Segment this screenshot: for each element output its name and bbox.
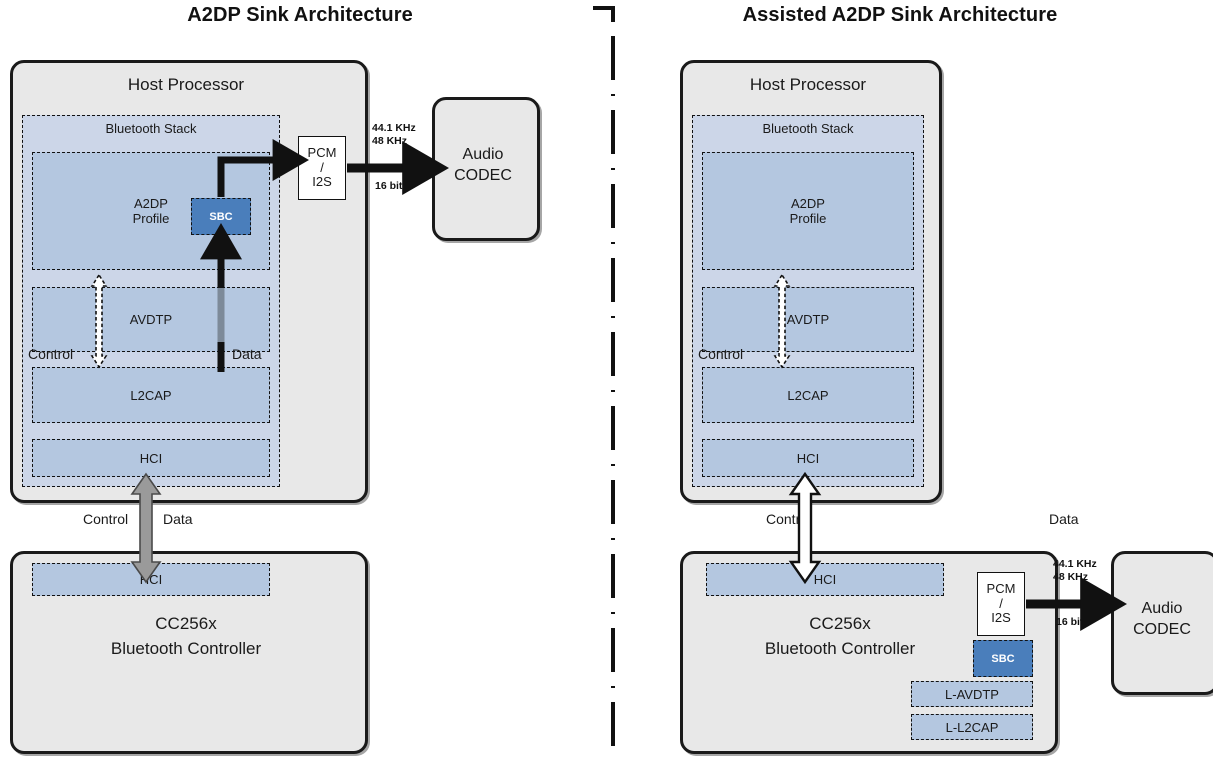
audio-codec-label-left: Audio CODEC xyxy=(432,97,534,235)
layer-avdtp-right: AVDTP xyxy=(702,287,914,352)
pcm-line2-left: / xyxy=(320,159,324,175)
layer-hci-host-right: HCI xyxy=(702,439,914,477)
layer-label-l2cap-right: L2CAP xyxy=(787,387,829,403)
pcm-line2-right: / xyxy=(999,595,1003,611)
stack-control-label-left: Control xyxy=(28,346,74,362)
layer-avdtp-left: AVDTP xyxy=(32,287,270,352)
layer-l2cap-right: L2CAP xyxy=(702,367,914,423)
controller-name-line1-right: CC256x xyxy=(809,614,871,633)
layer-label-l2cap-left: L2CAP xyxy=(130,387,172,403)
pcm-line3-left: I2S xyxy=(312,174,332,190)
layer-hci-controller-right: HCI xyxy=(706,563,944,596)
layer-hci-host-left: HCI xyxy=(32,439,270,477)
pcm-line1-left: PCM xyxy=(307,144,337,160)
stack-control-label-right: Control xyxy=(698,346,744,362)
sbc-block-right: SBC xyxy=(973,640,1033,677)
sample-rate-note-left: 44.1 KHz 48 KHz xyxy=(372,122,416,148)
layer-l-avdtp-right: L-AVDTP xyxy=(911,681,1033,707)
controller-name-right: CC256x Bluetooth Controller xyxy=(680,612,1000,661)
panel-title-right: Assisted A2DP Sink Architecture xyxy=(742,4,1058,26)
audio-codec-line2-left: CODEC xyxy=(454,167,512,184)
audio-codec-line1-right: Audio xyxy=(1141,600,1183,618)
layer-label-avdtp-left: AVDTP xyxy=(129,312,173,327)
bluetooth-stack-label-right: Bluetooth Stack xyxy=(762,121,854,136)
host-processor-title-left: Host Processor xyxy=(127,75,245,94)
pcm-line3-right: I2S xyxy=(991,610,1011,626)
controller-name-left: CC256x Bluetooth Controller xyxy=(10,612,362,661)
host-processor-title-right: Host Processor xyxy=(749,75,867,94)
hci-data-label-left: Data xyxy=(163,511,193,527)
sbc-block-left: SBC xyxy=(191,198,251,235)
bit-depth-note-left: 16 bits xyxy=(375,180,409,192)
controller-name-line2-right: Bluetooth Controller xyxy=(764,638,916,658)
layer-a2dp-profile-right: A2DP Profile xyxy=(702,152,914,270)
stack-data-label-left: Data xyxy=(232,346,262,362)
layer-label-hci-host-left: HCI xyxy=(139,450,163,466)
hci-control-label-right: Control xyxy=(766,511,812,527)
bit-depth-note-right: 16 bits xyxy=(1056,616,1090,628)
audio-codec-line1-left: Audio xyxy=(462,146,504,164)
controller-name-line1-left: CC256x xyxy=(155,614,217,633)
panel-a2dp-sink: A2DP Sink Architecture Host Processor Bl… xyxy=(0,0,600,769)
layer-label-hci-controller-right: HCI xyxy=(813,572,837,587)
layer-label-hci-controller-left: HCI xyxy=(139,572,163,587)
pcm-i2s-box-right: PCM / I2S xyxy=(977,572,1025,636)
layer-l2cap-left: L2CAP xyxy=(32,367,270,423)
bluetooth-stack-label-left: Bluetooth Stack xyxy=(105,121,197,136)
data-out-label-right: Data xyxy=(1049,511,1079,527)
panel-assisted-a2dp-sink: Assisted A2DP Sink Architecture Host Pro… xyxy=(613,0,1213,769)
layer-l-l2cap-right: L-L2CAP xyxy=(911,714,1033,740)
sample-rate-note-right: 44.1 KHz 48 KHz xyxy=(1053,558,1097,584)
audio-codec-line2-right: CODEC xyxy=(1133,621,1191,638)
layer-label-hci-host-right: HCI xyxy=(796,450,820,466)
panel-title-left: A2DP Sink Architecture xyxy=(187,4,413,26)
audio-codec-label-right: Audio CODEC xyxy=(1111,551,1213,689)
layer-label-avdtp-right: AVDTP xyxy=(786,312,830,327)
layer-hci-controller-left: HCI xyxy=(32,563,270,596)
pcm-line1-right: PCM xyxy=(986,580,1016,596)
layer-label-l-l2cap-right: L-L2CAP xyxy=(945,719,999,735)
pcm-i2s-box-left: PCM / I2S xyxy=(298,136,346,200)
controller-name-line2-left: Bluetooth Controller xyxy=(110,638,262,658)
layer-label-a2dp-profile-right: A2DP Profile xyxy=(789,196,827,226)
layer-label-l-avdtp-right: L-AVDTP xyxy=(945,686,999,702)
hci-control-label-left: Control xyxy=(83,511,129,527)
